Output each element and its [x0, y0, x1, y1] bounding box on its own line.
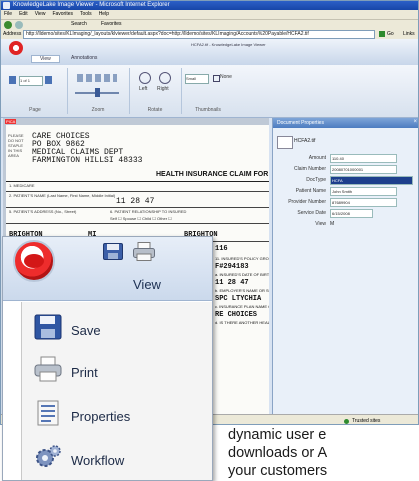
gear-workflow-icon — [36, 445, 61, 467]
printer-icon — [34, 356, 62, 382]
app-orb-icon[interactable] — [9, 41, 23, 55]
title-bar: KnowledgeLake Image Viewer - Microsoft I… — [1, 1, 418, 10]
form-rule — [6, 223, 269, 224]
app-menu: Save Print Properties Workflow — [21, 302, 212, 480]
close-icon[interactable]: × — [413, 119, 417, 125]
menu-item-save[interactable]: Save — [22, 308, 212, 344]
save-icon[interactable] — [103, 243, 123, 260]
menu-view[interactable]: View — [35, 11, 46, 17]
links-label[interactable]: Links — [403, 29, 415, 39]
tab-view[interactable]: View — [31, 55, 60, 63]
floppy-disk-icon — [34, 314, 62, 340]
rotate-right-label[interactable]: Right — [157, 86, 169, 92]
zoom-slider-handle[interactable] — [95, 88, 100, 97]
form-rule — [6, 181, 269, 182]
app-header: HCFA2.tif - KnowledgeLake Image Viewer V… — [1, 39, 418, 65]
staple-note: PLEASE DO NOT STAPLE IN THIS AREA — [8, 133, 24, 158]
thumbnails-group-label: Thumbnails — [195, 107, 221, 113]
ribbon: 1 of 1 Page Zoom Left Right Rotate Small… — [1, 65, 418, 118]
first-page-icon[interactable] — [9, 76, 16, 84]
marketing-caption: dynamic user e downloads or A your custo… — [228, 426, 419, 479]
forward-icon[interactable] — [15, 21, 23, 29]
property-row-view: View M — [315, 221, 335, 227]
menu-item-workflow-label: Workflow — [71, 453, 125, 468]
caption-line: your customers — [228, 463, 328, 479]
rotate-left-icon[interactable] — [139, 72, 151, 84]
window-title: KnowledgeLake Image Viewer - Microsoft I… — [13, 2, 170, 8]
zoom-group: Zoom — [67, 68, 130, 114]
menu-item-save-label: Save — [71, 323, 101, 338]
properties-doc-name: HCFA2.tif — [294, 138, 316, 144]
ie-icon — [3, 2, 10, 9]
print-icon[interactable] — [133, 242, 155, 261]
property-row-provider-number: Provider Number 87689904 — [273, 198, 418, 207]
rotate-right-icon[interactable] — [159, 72, 171, 84]
rotate-group-label: Rotate — [147, 107, 163, 113]
menu-tools[interactable]: Tools — [80, 11, 92, 17]
address-input[interactable]: http://lldemo/sites/KLImaging/_layouts/k… — [23, 30, 375, 39]
go-icon[interactable] — [379, 31, 385, 37]
form-rule — [6, 207, 269, 208]
document-title: HCFA2.tif - KnowledgeLake Image Viewer — [191, 42, 266, 47]
page-group-label: Page — [29, 107, 41, 113]
none-label: None — [220, 74, 232, 80]
menu-item-properties-label: Properties — [71, 409, 131, 424]
document-icon[interactable] — [277, 136, 293, 149]
status-zone: Trusted sites — [352, 418, 381, 424]
menu-item-properties[interactable]: Properties — [22, 394, 212, 430]
go-button[interactable]: Go — [387, 29, 394, 39]
rotate-left-label[interactable]: Left — [139, 86, 147, 92]
view-tab-label[interactable]: View — [133, 277, 161, 292]
property-row-claim-number: Claim Number 20080701000001 — [273, 165, 418, 174]
menu-favorites[interactable]: Favorites — [52, 11, 73, 17]
back-icon[interactable] — [4, 21, 12, 29]
favorites-button[interactable]: Favorites — [101, 21, 122, 27]
form-rule — [6, 191, 269, 192]
property-row-patient-name: Patient Name John Smith — [273, 187, 418, 196]
menu-bar: File Edit View Favorites Tools Help — [1, 10, 418, 19]
caption-line: dynamic user e — [228, 427, 327, 443]
form-title: HEALTH INSURANCE CLAIM FOR — [156, 171, 269, 178]
none-checkbox[interactable] — [213, 75, 220, 82]
property-row-service-date: Service Date 6/15/2008 — [273, 209, 418, 218]
app-orb-button[interactable] — [13, 240, 55, 282]
field-patient-address: 5. PATIENT'S ADDRESS (No., Street) — [9, 209, 77, 214]
menu-item-workflow[interactable]: Workflow — [22, 438, 212, 474]
thumbnails-group: Small None Thumbnails — [181, 68, 235, 114]
property-row-amount: Amount 110.40 — [273, 154, 418, 163]
properties-title: Document Properties — [273, 118, 418, 128]
zip-ref: 116 — [215, 245, 228, 253]
rotate-group: Left Right Rotate — [129, 68, 182, 114]
properties-icon — [37, 400, 59, 426]
pica-badge: PICA — [5, 119, 17, 124]
page-number-field[interactable]: 1 of 1 — [19, 76, 43, 86]
insured-side-column: 11. INSURED'S POLICY GROUP OR FECA NUMBE… — [215, 256, 269, 325]
zoomed-ribbon: View — [3, 237, 212, 301]
menu-item-print[interactable]: Print — [22, 350, 212, 386]
zoom-group-label: Zoom — [91, 107, 105, 113]
payer-address: CARE CHOICES PO BOX 9862 MEDICAL CLAIMS DE… — [32, 132, 143, 165]
next-page-icon[interactable] — [45, 76, 52, 84]
thumbnail-size-select[interactable]: Small — [185, 74, 209, 84]
menu-edit[interactable]: Edit — [19, 11, 28, 17]
address-label: Address — [3, 31, 22, 37]
field-medicare: 1. MEDICARE — [9, 183, 35, 188]
tab-annotations[interactable]: Annotations — [71, 55, 97, 61]
zoomed-menu-callout: View Save Print Properties Workflow — [2, 236, 213, 481]
search-button[interactable]: Search — [71, 21, 87, 27]
property-row-doctype: DocType HCFA — [273, 176, 418, 185]
menu-item-print-label: Print — [71, 365, 98, 380]
relationship-options: Self ☐ Spouse ☐ Child ☐ Other ☐ — [110, 216, 172, 221]
trusted-zone-icon — [344, 419, 349, 424]
menu-help[interactable]: Help — [99, 11, 109, 17]
address-bar: Address http://lldemo/sites/KLImaging/_l… — [1, 29, 418, 39]
document-properties-panel: Document Properties × HCFA2.tif Amount 11… — [272, 118, 418, 424]
page-group: 1 of 1 Page — [3, 68, 68, 114]
birth-date: 11 28 47 — [116, 197, 155, 206]
caption-line: downloads or A — [228, 445, 328, 461]
field-patient-name: 2. PATIENT'S NAME (Last Name, First Name… — [9, 193, 116, 198]
field-relationship: 6. PATIENT RELATIONSHIP TO INSURED — [110, 209, 187, 214]
zoom-mode-icons[interactable] — [77, 74, 117, 82]
menu-file[interactable]: File — [4, 11, 12, 17]
